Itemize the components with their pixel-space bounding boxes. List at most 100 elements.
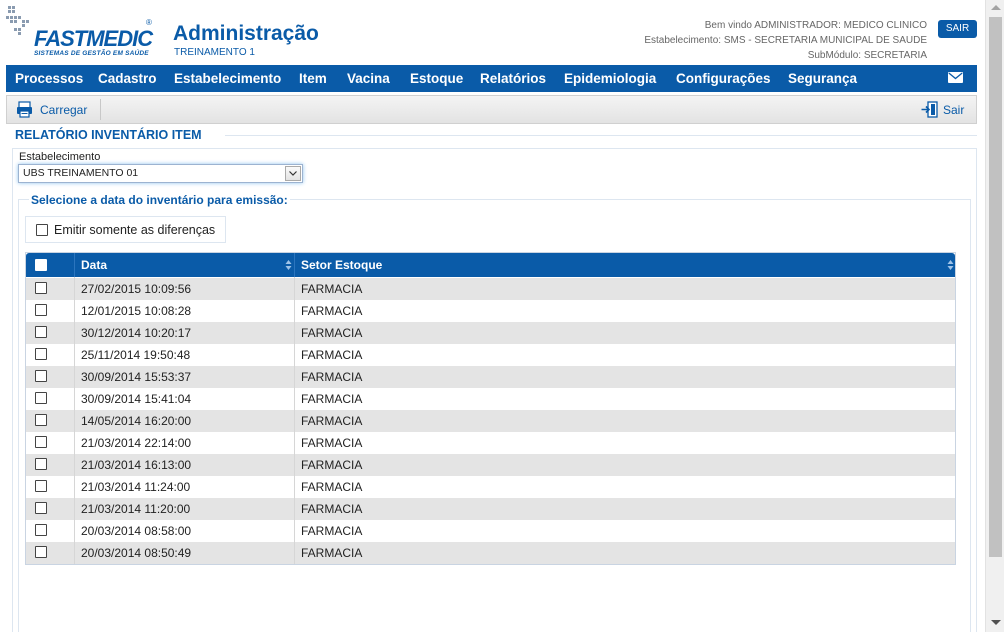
row-sector: FARMACIA <box>301 370 363 384</box>
row-sector: FARMACIA <box>301 304 363 318</box>
table-row[interactable]: 21/03/2014 22:14:00 FARMACIA <box>26 432 955 454</box>
establishment-select[interactable]: UBS TREINAMENTO 01 <box>18 164 303 183</box>
row-checkbox[interactable] <box>35 524 47 536</box>
row-date: 14/05/2014 16:20:00 <box>81 414 192 428</box>
table-row[interactable]: 30/12/2014 10:20:17 FARMACIA <box>26 322 955 344</box>
menu-item-estabelecimento[interactable]: Estabelecimento <box>174 65 281 92</box>
table-row[interactable]: 27/02/2015 10:09:56 FARMACIA <box>26 278 955 300</box>
toolbar: Carregar Sair <box>6 95 977 124</box>
menu-item-epidemiologia[interactable]: Epidemiologia <box>564 65 656 92</box>
table-row[interactable]: 12/01/2015 10:08:28 FARMACIA <box>26 300 955 322</box>
menu-item-configuracoes[interactable]: Configurações <box>676 65 771 92</box>
exit-button[interactable]: Sair <box>921 96 964 123</box>
row-sector: FARMACIA <box>301 414 363 428</box>
printer-icon <box>17 101 32 118</box>
row-date: 21/03/2014 22:14:00 <box>81 436 192 450</box>
table-row[interactable]: 21/03/2014 11:24:00 FARMACIA <box>26 476 955 498</box>
establishment-select-value: UBS TREINAMENTO 01 <box>23 167 139 179</box>
table-row[interactable]: 21/03/2014 16:13:00 FARMACIA <box>26 454 955 476</box>
table-row[interactable]: 21/03/2014 11:20:00 FARMACIA <box>26 498 955 520</box>
row-date: 21/03/2014 16:13:00 <box>81 458 192 472</box>
exit-door-icon <box>921 101 938 118</box>
page-scrollbar[interactable] <box>985 0 1004 632</box>
row-checkbox[interactable] <box>35 326 47 338</box>
header-separator <box>294 253 295 277</box>
sort-icon[interactable] <box>285 259 292 271</box>
menu-item-processos[interactable]: Processos <box>15 65 83 92</box>
chevron-down-icon <box>289 171 297 176</box>
row-checkbox[interactable] <box>35 480 47 492</box>
only-differences-label: Emitir somente as diferenças <box>54 222 216 237</box>
row-date: 21/03/2014 11:24:00 <box>81 480 191 494</box>
header-separator <box>74 253 75 277</box>
row-sector: FARMACIA <box>301 436 363 450</box>
row-date: 30/12/2014 10:20:17 <box>81 326 192 340</box>
logout-button[interactable]: SAIR <box>938 20 977 38</box>
column-header-data[interactable]: Data <box>81 253 107 277</box>
menu-item-vacina[interactable]: Vacina <box>347 65 390 92</box>
row-checkbox[interactable] <box>35 436 47 448</box>
table-row[interactable]: 20/03/2014 08:50:49 FARMACIA <box>26 542 955 564</box>
row-date: 12/01/2015 10:08:28 <box>81 304 192 318</box>
fastmedic-logo: FASTMEDIC ® SISTEMAS DE GESTÃO EM SAÚDE <box>6 6 156 58</box>
row-sector: FARMACIA <box>301 392 363 406</box>
app-header: FASTMEDIC ® SISTEMAS DE GESTÃO EM SAÚDE … <box>0 0 985 64</box>
select-all-checkbox[interactable] <box>35 259 47 271</box>
menu-item-estoque[interactable]: Estoque <box>410 65 463 92</box>
row-date: 20/03/2014 08:58:00 <box>81 524 192 538</box>
row-sector: FARMACIA <box>301 458 363 472</box>
report-title: RELATÓRIO INVENTÁRIO ITEM <box>15 128 202 142</box>
scroll-up-arrow-icon[interactable] <box>991 5 1001 10</box>
welcome-text: Bem vindo ADMINISTRADOR: MEDICO CLINICO <box>704 20 927 31</box>
row-sector: FARMACIA <box>301 348 363 362</box>
toolbar-separator <box>100 99 101 120</box>
row-checkbox[interactable] <box>35 502 47 514</box>
menu-item-seguranca[interactable]: Segurança <box>788 65 857 92</box>
title-divider <box>225 135 977 136</box>
table-row[interactable]: 25/11/2014 19:50:48 FARMACIA <box>26 344 955 366</box>
select-arrow-button[interactable] <box>285 166 301 181</box>
row-checkbox[interactable] <box>35 414 47 426</box>
scrollbar-thumb[interactable] <box>989 17 1002 557</box>
establishment-label: Estabelecimento <box>19 151 101 163</box>
row-sector: FARMACIA <box>301 546 363 560</box>
logo-cross-icon <box>6 6 29 35</box>
row-date: 30/09/2014 15:41:04 <box>81 392 192 406</box>
row-date: 30/09/2014 15:53:37 <box>81 370 192 384</box>
row-checkbox[interactable] <box>35 392 47 404</box>
row-checkbox[interactable] <box>35 458 47 470</box>
user-info: Bem vindo ADMINISTRADOR: MEDICO CLINICO … <box>644 18 927 63</box>
row-checkbox[interactable] <box>35 304 47 316</box>
menu-item-relatorios[interactable]: Relatórios <box>480 65 546 92</box>
row-checkbox[interactable] <box>35 282 47 294</box>
logo-wordmark: FASTMEDIC <box>34 26 153 51</box>
row-sector: FARMACIA <box>301 326 363 340</box>
only-differences-checkbox[interactable] <box>36 223 48 236</box>
row-checkbox[interactable] <box>35 546 47 558</box>
load-button-label: Carregar <box>40 102 88 117</box>
row-checkbox[interactable] <box>35 348 47 360</box>
only-differences-option[interactable]: Emitir somente as diferenças <box>25 216 226 243</box>
submodule-text: SubMódulo: SECRETARIA <box>807 50 927 61</box>
logo-tagline: SISTEMAS DE GESTÃO EM SAÚDE <box>34 50 149 57</box>
table-row[interactable]: 14/05/2014 16:20:00 FARMACIA <box>26 410 955 432</box>
table-row[interactable]: 30/09/2014 15:41:04 FARMACIA <box>26 388 955 410</box>
envelope-icon[interactable] <box>948 72 963 83</box>
column-divider <box>74 277 75 564</box>
row-sector: FARMACIA <box>301 524 363 538</box>
table-row[interactable]: 20/03/2014 08:58:00 FARMACIA <box>26 520 955 542</box>
menu-item-cadastro[interactable]: Cadastro <box>98 65 157 92</box>
scroll-down-arrow-icon[interactable] <box>991 620 1001 625</box>
column-divider <box>294 277 295 564</box>
column-header-setor-estoque[interactable]: Setor Estoque <box>301 253 382 277</box>
load-button[interactable]: Carregar <box>16 96 87 123</box>
row-date: 25/11/2014 19:50:48 <box>81 348 191 362</box>
menu-item-item[interactable]: Item <box>299 65 327 92</box>
row-checkbox[interactable] <box>35 370 47 382</box>
row-sector: FARMACIA <box>301 502 363 516</box>
table-row[interactable]: 30/09/2014 15:53:37 FARMACIA <box>26 366 955 388</box>
row-sector: FARMACIA <box>301 282 363 296</box>
inventory-table: Data Setor Estoque 27/02/2015 10:09:56 FA… <box>25 252 956 565</box>
sort-icon[interactable] <box>947 259 954 271</box>
table-header: Data Setor Estoque <box>26 253 955 277</box>
